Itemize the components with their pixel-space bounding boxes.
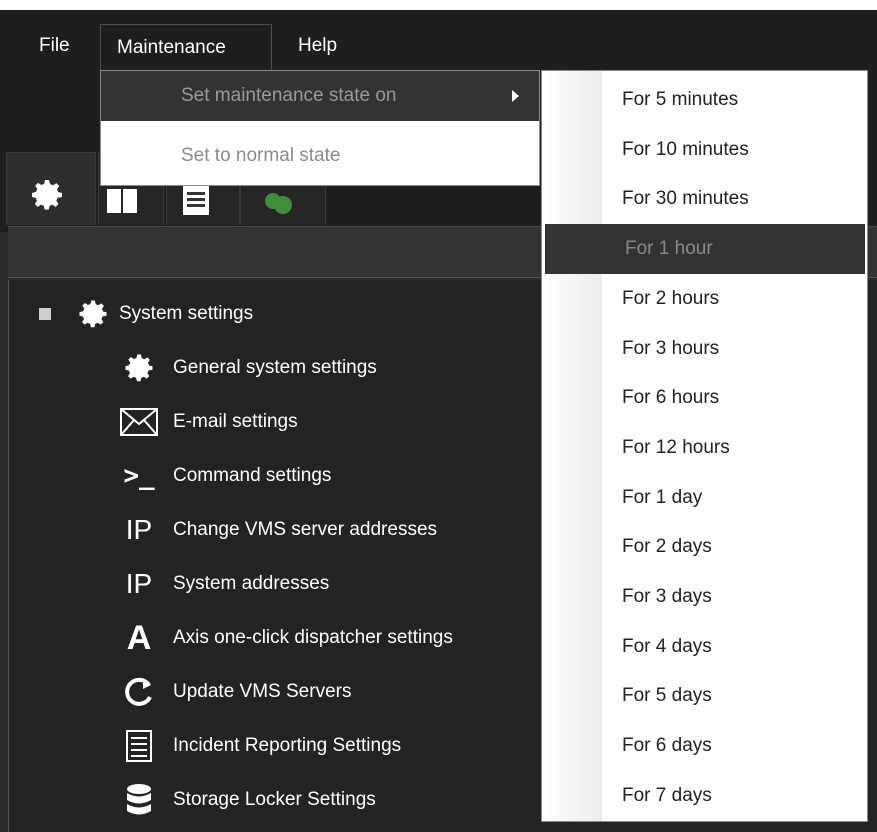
set-maintenance-on-item[interactable]: Set maintenance state on bbox=[101, 71, 539, 121]
menu-bar: File Maintenance Help bbox=[0, 10, 877, 72]
gear-icon bbox=[73, 294, 113, 334]
tree-item-command[interactable]: >_ Command settings bbox=[119, 454, 331, 498]
tree-item-general[interactable]: General system settings bbox=[119, 346, 377, 390]
database-icon bbox=[119, 780, 159, 820]
tree-item-vms-addresses[interactable]: IP Change VMS server addresses bbox=[119, 508, 437, 552]
tree-item-label: Storage Locker Settings bbox=[173, 789, 376, 810]
envelope-icon bbox=[119, 402, 159, 442]
menu-file[interactable]: File bbox=[39, 34, 70, 74]
duration-option[interactable]: For 6 days bbox=[542, 721, 867, 771]
duration-option[interactable]: For 1 day bbox=[542, 473, 867, 523]
gear-icon bbox=[32, 180, 62, 210]
duration-option[interactable]: For 5 minutes bbox=[542, 75, 867, 125]
collapse-icon[interactable] bbox=[39, 308, 51, 320]
duration-option[interactable]: For 3 days bbox=[542, 572, 867, 622]
tree-item-axis[interactable]: A Axis one-click dispatcher settings bbox=[119, 616, 453, 660]
duration-option[interactable]: For 4 days bbox=[542, 622, 867, 672]
tree-item-label: Incident Reporting Settings bbox=[173, 735, 402, 756]
tree-item-label: E-mail settings bbox=[173, 411, 298, 432]
submenu-arrow-icon bbox=[512, 90, 519, 102]
tree-item-label: Axis one-click dispatcher settings bbox=[173, 627, 453, 648]
document-icon bbox=[183, 185, 209, 215]
duration-option[interactable]: For 3 hours bbox=[542, 324, 867, 374]
duration-option[interactable]: For 2 hours bbox=[542, 274, 867, 324]
tree-item-update[interactable]: Update VMS Servers bbox=[119, 670, 351, 714]
ip-icon: IP bbox=[125, 568, 153, 599]
duration-option[interactable]: For 7 days bbox=[542, 771, 867, 821]
set-maintenance-on-label: Set maintenance state on bbox=[181, 85, 397, 106]
set-normal-state-item[interactable]: Set to normal state bbox=[101, 131, 539, 181]
duration-flyout: For 5 minutes For 10 minutes For 30 minute… bbox=[541, 70, 868, 822]
list-icon bbox=[119, 726, 159, 766]
tree-item-label: System addresses bbox=[173, 573, 330, 594]
axis-icon: A bbox=[126, 618, 152, 657]
terminal-icon: >_ bbox=[123, 461, 155, 491]
duration-option[interactable]: For 6 hours bbox=[542, 373, 867, 423]
tree-item-system-addresses[interactable]: IP System addresses bbox=[119, 562, 330, 606]
menu-maintenance[interactable]: Maintenance bbox=[100, 24, 272, 70]
green-status-icon bbox=[265, 193, 292, 214]
tree-item-incident[interactable]: Incident Reporting Settings bbox=[119, 724, 401, 768]
menu-help[interactable]: Help bbox=[298, 34, 337, 74]
refresh-icon bbox=[119, 672, 159, 712]
tree-item-label: General system settings bbox=[173, 357, 377, 378]
duration-option[interactable]: For 2 days bbox=[542, 522, 867, 572]
maintenance-dropdown: Set maintenance state on Set to normal s… bbox=[100, 70, 540, 186]
tree-item-email[interactable]: E-mail settings bbox=[119, 400, 298, 444]
top-strip bbox=[0, 0, 877, 10]
tab-settings[interactable] bbox=[6, 152, 96, 225]
gear-icon bbox=[119, 348, 159, 388]
duration-option[interactable]: For 10 minutes bbox=[542, 125, 867, 175]
tree-root-label: System settings bbox=[119, 303, 254, 324]
ip-icon: IP bbox=[125, 514, 153, 545]
duration-option[interactable]: For 12 hours bbox=[542, 423, 867, 473]
tree-root[interactable]: System settings bbox=[39, 292, 253, 336]
duration-option[interactable]: For 30 minutes bbox=[542, 174, 867, 224]
tree-item-label: Command settings bbox=[173, 465, 332, 486]
tree-item-label: Change VMS server addresses bbox=[173, 519, 438, 540]
tree-item-label: Update VMS Servers bbox=[173, 681, 352, 702]
duration-option[interactable]: For 1 hour bbox=[545, 224, 865, 275]
tree-item-storage[interactable]: Storage Locker Settings bbox=[119, 778, 376, 822]
duration-option[interactable]: For 5 days bbox=[542, 671, 867, 721]
book-icon bbox=[107, 189, 137, 213]
